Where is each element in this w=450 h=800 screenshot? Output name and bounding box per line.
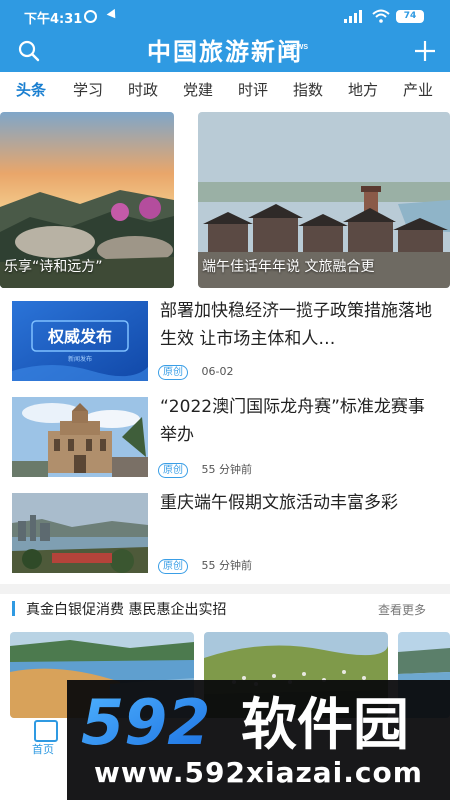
news-thumbnail xyxy=(12,397,148,477)
carousel-caption: 乐享“诗和远方” xyxy=(4,259,103,275)
signal-icon xyxy=(344,10,362,23)
tab-politics[interactable]: 时政 xyxy=(128,78,158,102)
news-title: 部署加快稳经济一揽子政策措施落地生效 让市场主体和人… xyxy=(160,301,432,349)
news-meta: 原创 55 分钟前 xyxy=(158,461,253,478)
watermark-logo: 592 软件园 xyxy=(81,686,409,754)
logo-news-badge: NEWS xyxy=(287,44,308,51)
alarm-icon xyxy=(84,10,97,23)
carousel-slide[interactable]: 乐享“诗和远方” xyxy=(0,112,174,288)
carousel-caption: 端午佳话年年说 文旅融合更 xyxy=(202,259,375,275)
original-badge: 原创 xyxy=(158,559,188,574)
carousel-slide[interactable]: 端午佳话年年说 文旅融合更 xyxy=(198,112,450,288)
section-accent-bar xyxy=(12,601,15,616)
news-meta: 原创 06-02 xyxy=(158,365,233,381)
wifi-icon xyxy=(372,9,390,23)
news-list-item[interactable]: “2022澳门国际龙舟赛”标准龙赛事举办 原创 55 分钟前 xyxy=(0,397,450,493)
status-time: 下午4:31 xyxy=(24,12,83,27)
news-list-item[interactable]: 权威发布 新闻发布 部署加快稳经济一揽子政策措施落地生效 让市场主体和人… 原创… xyxy=(0,301,450,397)
search-icon[interactable] xyxy=(18,40,40,62)
see-more-link[interactable]: 查看更多 xyxy=(378,601,426,618)
category-tabs: 头条 学习 时政 党建 时评 指数 地方 产业 xyxy=(0,72,450,108)
watermark-url: www.592xiazai.com xyxy=(94,756,423,789)
svg-text:软件园: 软件园 xyxy=(241,693,409,754)
tab-local[interactable]: 地方 xyxy=(348,78,378,102)
plus-icon[interactable] xyxy=(414,40,436,62)
watermark-overlay: 592 软件园 www.592xiazai.com xyxy=(67,680,450,800)
tab-commentary[interactable]: 时评 xyxy=(238,78,268,102)
tab-party[interactable]: 党建 xyxy=(183,78,213,102)
banner-carousel: 乐享“诗和远方” 端午佳话年年说 文旅融合更 xyxy=(0,112,450,288)
tab-headlines[interactable]: 头条 xyxy=(16,78,46,102)
thumb-subtitle: 新闻发布 xyxy=(68,355,92,363)
tab-index[interactable]: 指数 xyxy=(293,78,323,102)
news-time: 55 分钟前 xyxy=(201,559,253,572)
original-badge: 原创 xyxy=(158,365,188,380)
battery-icon: 74 xyxy=(396,10,424,23)
news-list-item[interactable]: 重庆端午假期文旅活动丰富多彩 原创 55 分钟前 xyxy=(0,493,450,589)
news-thumbnail xyxy=(12,493,148,573)
tab-industry[interactable]: 产业 xyxy=(403,78,433,102)
news-time: 55 分钟前 xyxy=(201,463,253,476)
section-divider xyxy=(0,584,450,594)
status-bar: 下午4:31 74 xyxy=(0,0,450,34)
news-title: “2022澳门国际龙舟赛”标准龙赛事举办 xyxy=(160,397,425,445)
news-time: 06-02 xyxy=(201,365,234,378)
news-title: 重庆端午假期文旅活动丰富多彩 xyxy=(160,493,398,513)
original-badge: 原创 xyxy=(158,463,188,478)
location-arrow-icon xyxy=(106,8,120,22)
svg-text:592: 592 xyxy=(81,686,210,754)
tab-study[interactable]: 学习 xyxy=(73,78,103,102)
thumb-title: 权威发布 xyxy=(47,327,112,346)
app-logo: 中国旅游新闻 NEWS xyxy=(140,36,310,68)
section-title: 真金白银促消费 惠民惠企出实招 xyxy=(26,602,227,618)
nav-home-label[interactable]: 首页 xyxy=(32,741,54,757)
app-header: 下午4:31 74 中国旅游新闻 NEWS xyxy=(0,0,450,72)
logo-text: 中国旅游新闻 xyxy=(147,37,303,66)
news-meta: 原创 55 分钟前 xyxy=(158,557,253,574)
home-icon[interactable] xyxy=(34,720,58,742)
news-thumbnail: 权威发布 新闻发布 xyxy=(12,301,148,381)
